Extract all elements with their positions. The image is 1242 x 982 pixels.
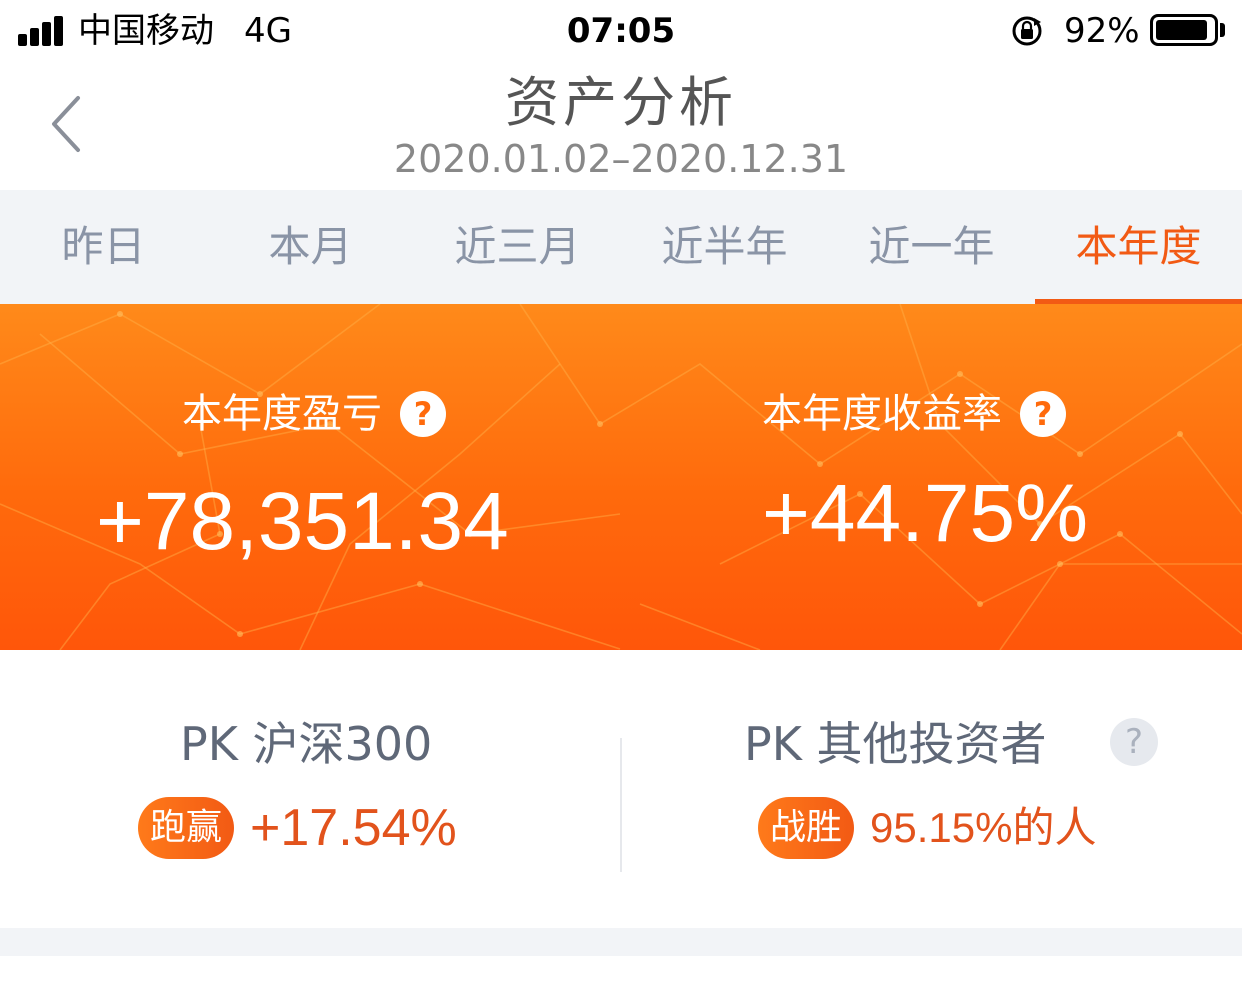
return-help-icon[interactable]: ? [1020,391,1066,437]
pk-index-title: PK 沪深300 [180,717,433,771]
annual-return-block: 本年度收益率 ? +44.75% [762,304,1222,650]
network-type: 4G [244,11,292,51]
tab-last-half-year[interactable]: 近半年 [621,190,828,304]
summary-banner: 本年度盈亏 ? +78,351.34 本年度收益率 ? +44.75% [0,304,1242,650]
pk-index-result: 跑赢 +17.54% [138,796,457,860]
pnl-help-icon[interactable]: ? [400,391,446,437]
tab-this-month[interactable]: 本月 [207,190,414,304]
carrier-name: 中国移动 [78,11,214,51]
pk-comparison-section: PK 沪深300 跑赢 +17.54% PK 其他投资者 ? 战胜 95.15%… [0,650,1242,928]
annual-return-value: +44.75% [762,468,1088,559]
annual-pnl-label-row: 本年度盈亏 ? [182,386,446,442]
tab-this-year[interactable]: 本年度 [1035,190,1242,304]
tab-yesterday[interactable]: 昨日 [0,190,207,304]
pk-investors-title: PK 其他投资者 [744,717,1047,771]
annual-return-label: 本年度收益率 [762,391,1002,437]
signal-strength-icon [18,14,68,46]
annual-return-label-row: 本年度收益率 ? [762,386,1066,442]
battery-tip [1220,23,1225,37]
section-separator [0,928,1242,956]
pk-investors-help-icon[interactable]: ? [1110,718,1158,766]
carrier-label: 中国移动 4G [78,10,292,52]
rotation-lock-icon [1012,16,1042,46]
annual-pnl-value: +78,351.34 [96,476,509,567]
date-range: 2020.01.02–2020.12.31 [393,137,849,181]
battery-icon [1150,14,1218,46]
battery-percent: 92% [1064,11,1140,51]
pk-investors-value: 95.15%的人 [870,804,1097,851]
tab-last-three-months[interactable]: 近三月 [414,190,621,304]
tab-last-year[interactable]: 近一年 [828,190,1035,304]
annual-pnl-block: 本年度盈亏 ? +78,351.34 [96,304,616,650]
nav-header: 资产分析 2020.01.02–2020.12.31 [0,62,1242,190]
pk-index-value: +17.54% [250,799,457,857]
annual-pnl-label: 本年度盈亏 [182,391,382,437]
battery-fill [1156,20,1208,40]
period-tabs: 昨日 本月 近三月 近半年 近一年 本年度 [0,190,1242,304]
pk-divider [620,738,622,872]
outperform-badge: 跑赢 [138,797,235,859]
pk-investors-result: 战胜 95.15%的人 [758,796,1096,860]
beat-badge: 战胜 [758,797,855,859]
page-title: 资产分析 [505,71,737,134]
status-bar: 中国移动 4G 07:05 92% [0,0,1242,62]
